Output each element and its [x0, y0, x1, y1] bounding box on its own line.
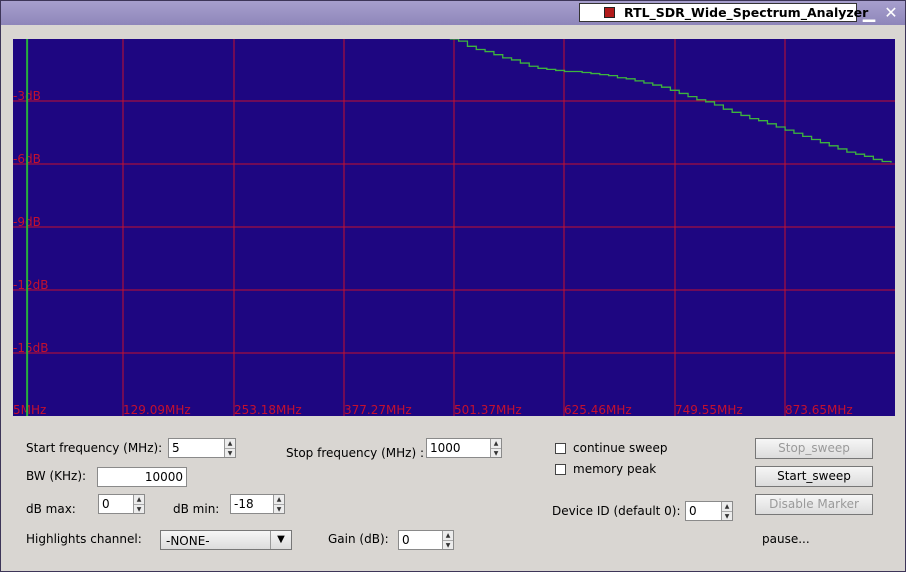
app-icon: [604, 7, 615, 18]
app-window: RTL_SDR_Wide_Spectrum_Analyzer ▁ ✕ 5MHz 1…: [0, 0, 906, 572]
highlights-channel-value: -NONE-: [166, 534, 210, 548]
window-title-box: RTL_SDR_Wide_Spectrum_Analyzer: [579, 3, 868, 22]
bw-input[interactable]: 10000: [97, 467, 187, 487]
db-min-label: dB min:: [173, 502, 220, 516]
device-id-value: 0: [689, 504, 697, 518]
minimize-icon[interactable]: ▁: [860, 4, 878, 22]
db-max-spinbox[interactable]: 0 ▲ ▼: [98, 494, 145, 514]
chevron-down-icon[interactable]: ▼: [270, 531, 291, 549]
highlights-channel-select[interactable]: -NONE- ▼: [160, 530, 292, 550]
x-tick-label: 253.18MHz: [234, 403, 302, 416]
up-arrow-icon[interactable]: ▲: [134, 495, 144, 504]
start-frequency-spinbox[interactable]: 5 ▲ ▼: [168, 438, 236, 458]
memory-peak-label: memory peak: [573, 462, 657, 476]
x-tick-label: 5MHz: [13, 403, 46, 416]
gain-spinbox[interactable]: 0 ▲ ▼: [398, 530, 454, 550]
continue-sweep-checkbox[interactable]: [555, 443, 566, 454]
down-arrow-icon[interactable]: ▼: [722, 511, 732, 521]
start-frequency-label: Start frequency (MHz):: [26, 441, 163, 455]
db-min-spinbox[interactable]: -18 ▲ ▼: [230, 494, 285, 514]
status-text: pause...: [762, 532, 810, 546]
start-sweep-button[interactable]: Start_sweep: [755, 466, 873, 487]
y-tick-label: -15dB: [13, 341, 48, 355]
x-tick-label: 129.09MHz: [123, 403, 191, 416]
db-min-value: -18: [234, 497, 254, 511]
up-arrow-icon[interactable]: ▲: [491, 439, 501, 448]
device-id-stepper[interactable]: ▲ ▼: [721, 502, 732, 520]
disable-marker-button[interactable]: Disable Marker: [755, 494, 873, 515]
down-arrow-icon[interactable]: ▼: [491, 448, 501, 458]
device-id-label: Device ID (default 0):: [552, 504, 681, 518]
db-max-stepper[interactable]: ▲ ▼: [133, 495, 144, 513]
down-arrow-icon[interactable]: ▼: [225, 448, 235, 458]
gain-value: 0: [402, 533, 410, 547]
memory-peak-checkbox[interactable]: [555, 464, 566, 475]
down-arrow-icon[interactable]: ▼: [134, 504, 144, 514]
spectrum-plot[interactable]: 5MHz 129.09MHz 253.18MHz 377.27MHz 501.37MHz…: [13, 39, 895, 416]
down-arrow-icon[interactable]: ▼: [274, 504, 284, 514]
device-id-spinbox[interactable]: 0 ▲ ▼: [685, 501, 733, 521]
bw-label: BW (KHz):: [26, 469, 87, 483]
gain-stepper[interactable]: ▲ ▼: [442, 531, 453, 549]
up-arrow-icon[interactable]: ▲: [443, 531, 453, 540]
down-arrow-icon[interactable]: ▼: [443, 540, 453, 550]
start-frequency-value: 5: [172, 441, 180, 455]
up-arrow-icon[interactable]: ▲: [274, 495, 284, 504]
up-arrow-icon[interactable]: ▲: [225, 439, 235, 448]
stop-frequency-stepper[interactable]: ▲ ▼: [490, 439, 501, 457]
x-tick-label: 625.46MHz: [564, 403, 632, 416]
stop-frequency-value: 1000: [430, 441, 461, 455]
x-tick-label: 377.27MHz: [344, 403, 412, 416]
db-max-value: 0: [102, 497, 110, 511]
continue-sweep-label: continue sweep: [573, 441, 668, 455]
stop-frequency-spinbox[interactable]: 1000 ▲ ▼: [426, 438, 502, 458]
highlights-channel-label: Highlights channel:: [26, 532, 142, 546]
stop-frequency-label: Stop frequency (MHz) :: [286, 446, 424, 460]
close-icon[interactable]: ✕: [882, 4, 900, 22]
start-frequency-stepper[interactable]: ▲ ▼: [224, 439, 235, 457]
y-tick-label: -12dB: [13, 278, 48, 292]
window-title: RTL_SDR_Wide_Spectrum_Analyzer: [624, 5, 869, 20]
x-tick-label: 749.55MHz: [675, 403, 743, 416]
db-min-stepper[interactable]: ▲ ▼: [273, 495, 284, 513]
gain-label: Gain (dB):: [328, 532, 389, 546]
db-max-label: dB max:: [26, 502, 76, 516]
x-tick-label: 501.37MHz: [454, 403, 522, 416]
x-tick-label: 873.65MHz: [785, 403, 853, 416]
up-arrow-icon[interactable]: ▲: [722, 502, 732, 511]
title-bar[interactable]: RTL_SDR_Wide_Spectrum_Analyzer ▁ ✕: [1, 1, 905, 25]
stop-sweep-button[interactable]: Stop_sweep: [755, 438, 873, 459]
spectrum-chart: 5MHz 129.09MHz 253.18MHz 377.27MHz 501.37MHz…: [13, 39, 895, 416]
